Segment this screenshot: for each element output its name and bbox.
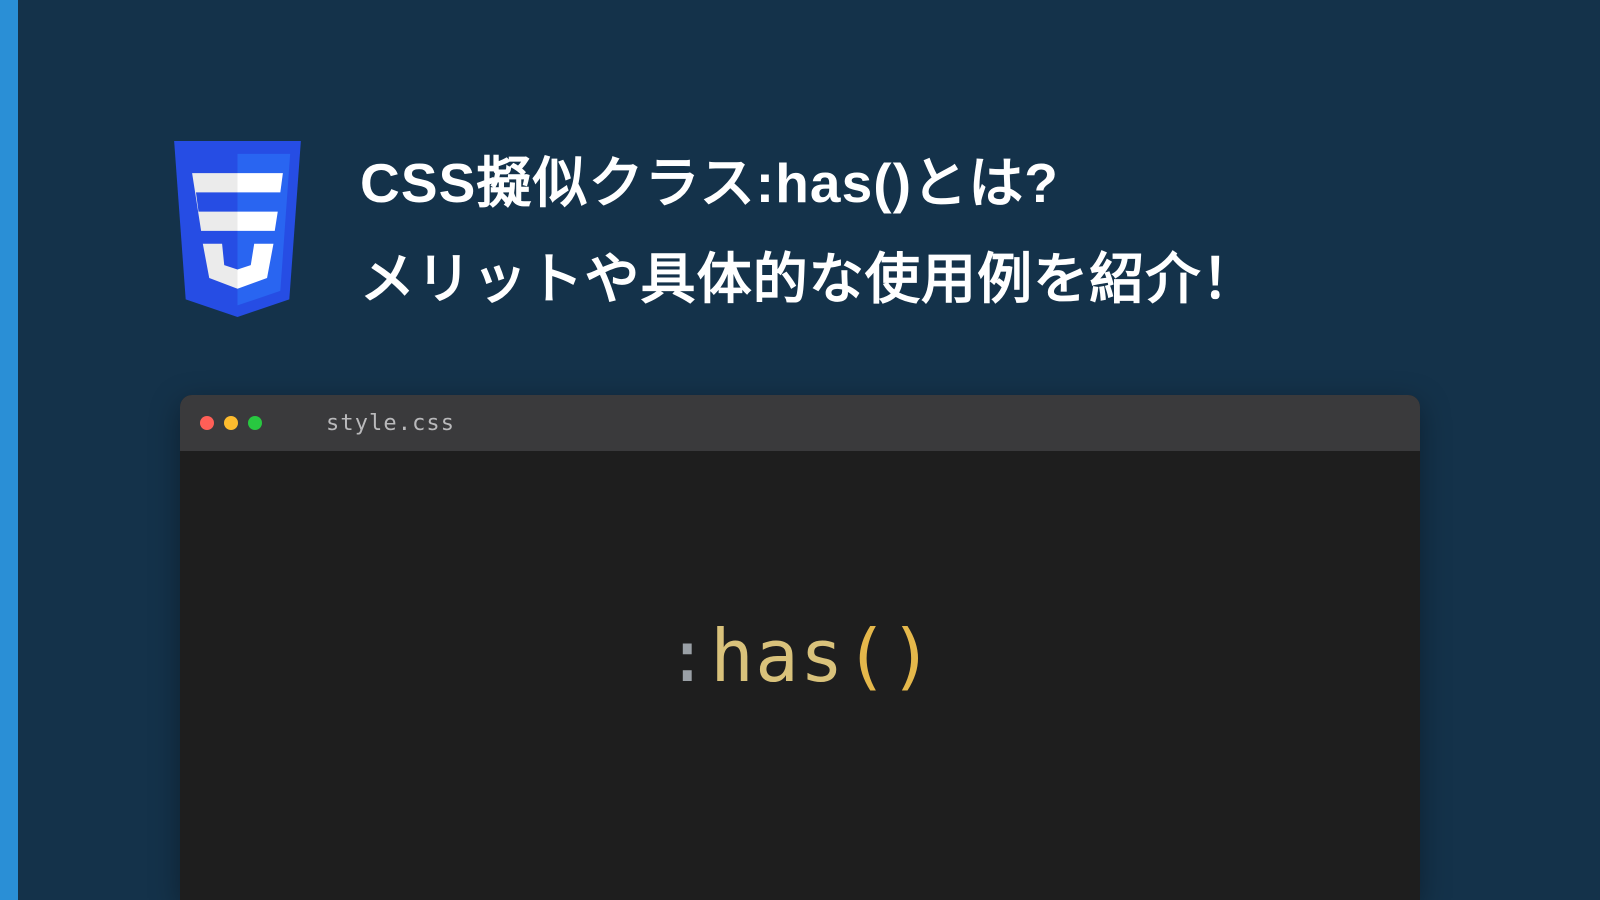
page-header: CSS擬似クラス:has()とは? メリットや具体的な使用例を紹介！: [160, 135, 1480, 328]
accent-bar: [0, 0, 18, 900]
editor-body: :has(): [180, 451, 1420, 900]
editor-titlebar: style.css: [180, 395, 1420, 451]
code-editor-window: style.css :has(): [180, 395, 1420, 900]
token-open-paren: (: [845, 614, 890, 698]
close-icon[interactable]: [200, 416, 214, 430]
title-line-2: メリットや具体的な使用例を紹介！: [360, 231, 1258, 327]
window-controls: [200, 416, 262, 430]
css3-logo-icon: [160, 141, 315, 322]
zoom-icon[interactable]: [248, 416, 262, 430]
token-colon: :: [666, 614, 711, 698]
page-title: CSS擬似クラス:has()とは? メリットや具体的な使用例を紹介！: [360, 135, 1258, 328]
token-close-paren: ): [890, 614, 935, 698]
title-line-1: CSS擬似クラス:has()とは?: [360, 135, 1258, 231]
code-snippet: :has(): [666, 614, 935, 698]
minimize-icon[interactable]: [224, 416, 238, 430]
token-selector-name: has: [710, 614, 844, 698]
editor-filename: style.css: [326, 411, 455, 436]
